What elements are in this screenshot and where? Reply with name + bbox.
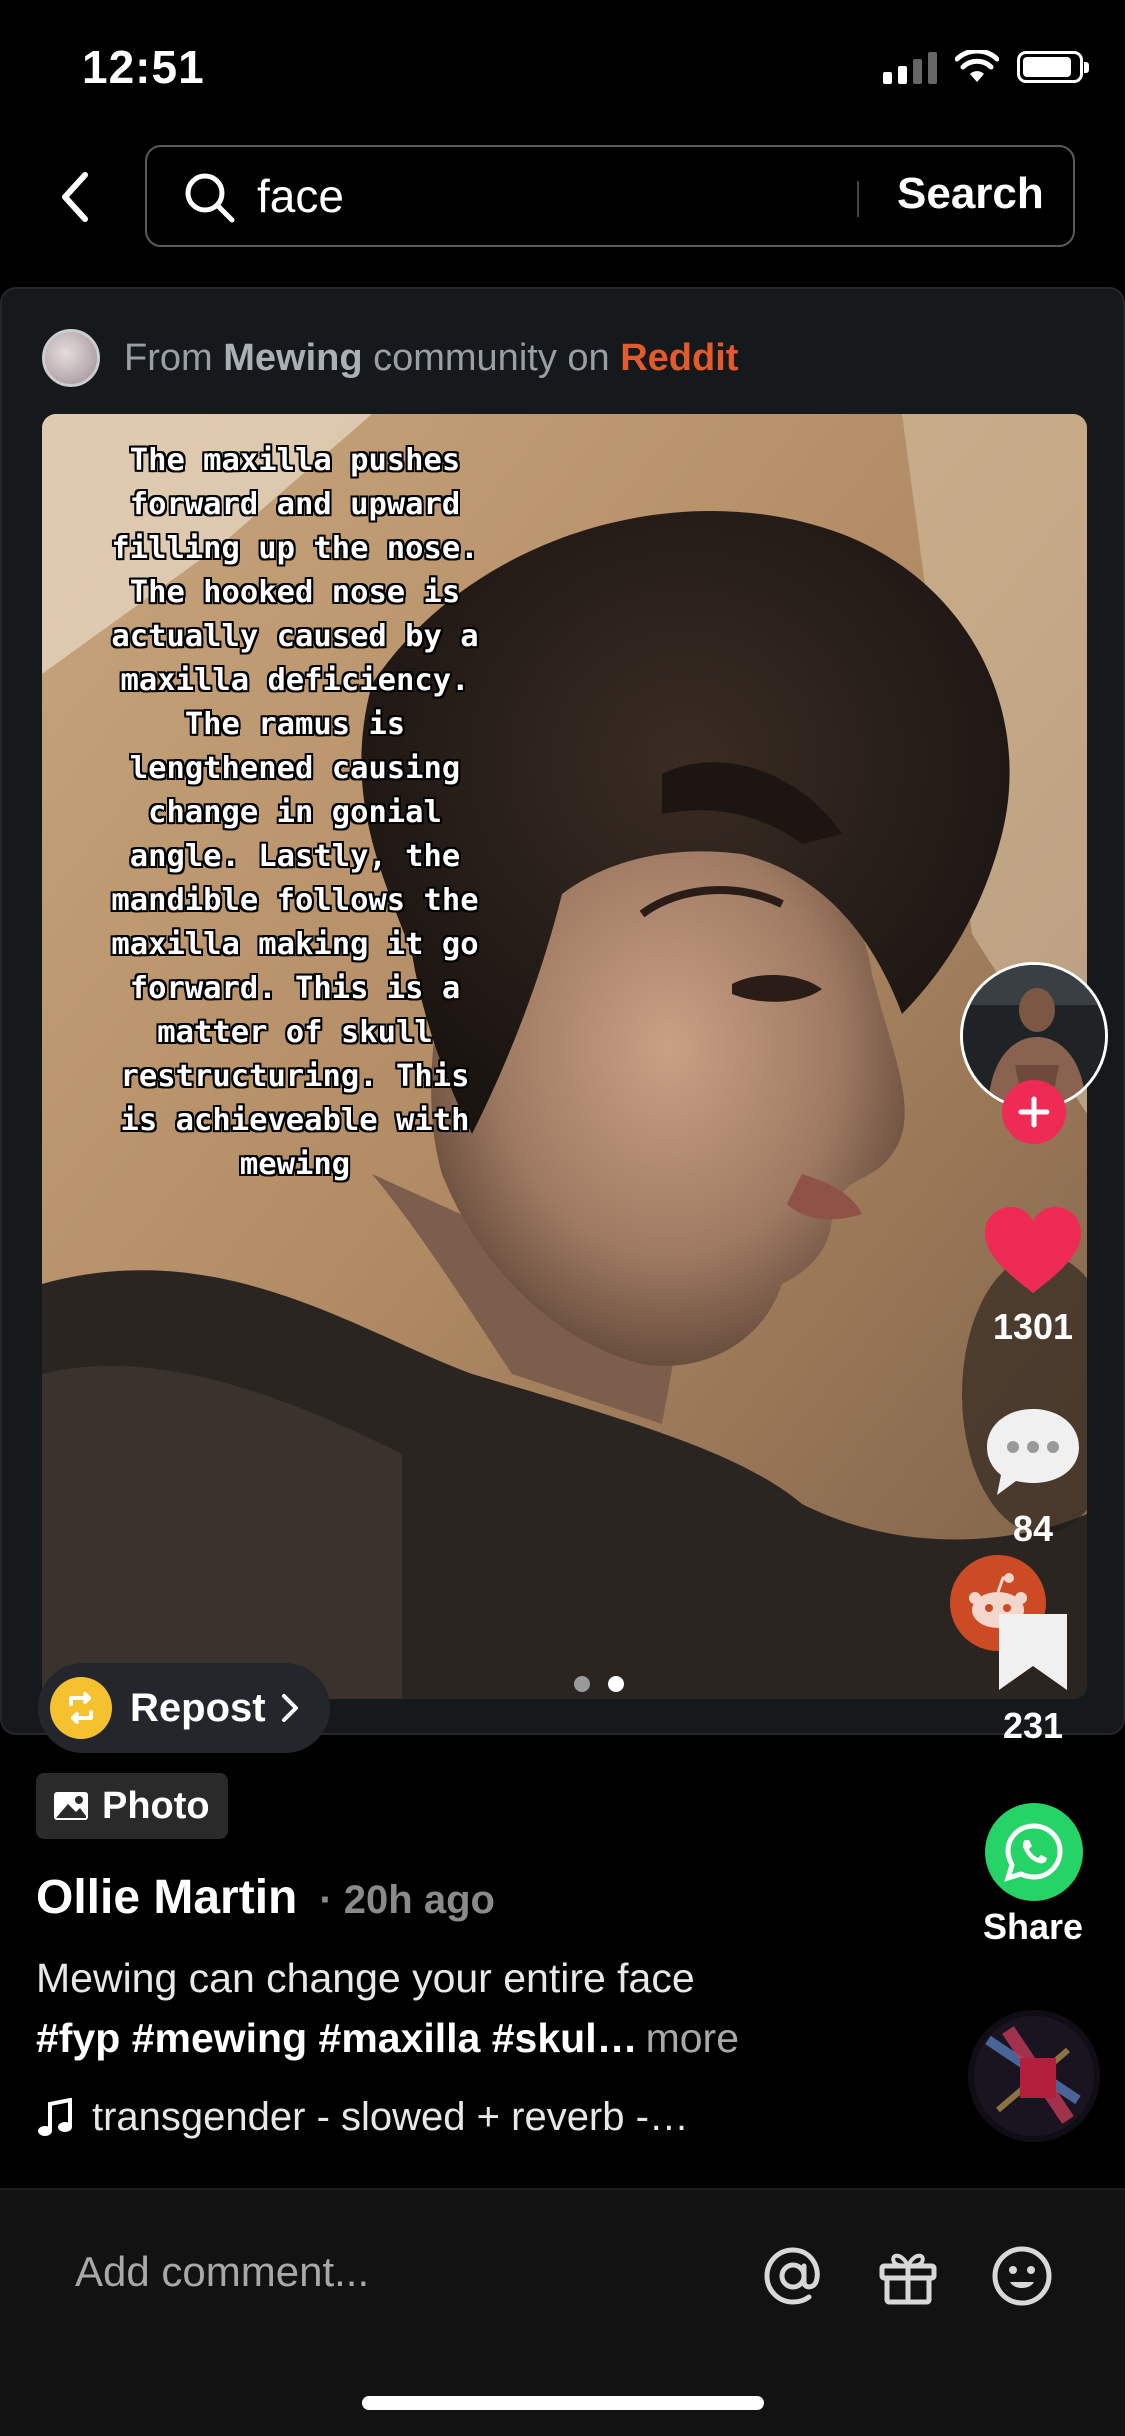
status-icons <box>883 50 1089 84</box>
comment-count: 84 <box>1012 1508 1054 1549</box>
heart-icon <box>985 1207 1081 1293</box>
save-count: 231 <box>1002 1705 1064 1746</box>
post-photo[interactable]: The maxilla pushes forward and upward fi… <box>42 414 1087 1699</box>
repost-button[interactable]: Repost <box>38 1663 330 1753</box>
repost-icon <box>50 1677 112 1739</box>
source-line[interactable]: From Mewing community on Reddit <box>42 329 738 387</box>
search-header: Search <box>0 140 1125 285</box>
author-line: Ollie Martin · 20h ago <box>36 1870 495 1925</box>
photo-icon <box>54 1792 88 1820</box>
share-label[interactable]: Share <box>963 1906 1103 1948</box>
music-title: transgender - slowed + reverb -… <box>92 2095 689 2139</box>
source-text: From Mewing community on Reddit <box>124 336 739 379</box>
post-hashtags[interactable]: #fyp #mewing #maxilla #skul… more <box>36 2015 739 2062</box>
music-line[interactable]: transgender - slowed + reverb -… <box>36 2095 689 2140</box>
like-action[interactable]: 1301 <box>963 1205 1103 1348</box>
search-input[interactable] <box>257 167 857 225</box>
platform-name: Reddit <box>620 336 739 379</box>
mention-button[interactable] <box>757 2240 829 2312</box>
content-type-badge: Photo <box>36 1773 228 1839</box>
battery-icon <box>1017 51 1089 83</box>
page-indicator <box>574 1676 624 1692</box>
search-box[interactable]: Search <box>145 145 1075 247</box>
at-sign-icon <box>764 2247 820 2305</box>
author-name[interactable]: Ollie Martin <box>36 1871 297 1924</box>
post-time: · 20h ago <box>319 1878 495 1922</box>
whatsapp-icon <box>1004 1823 1063 1882</box>
music-note-icon <box>38 2097 72 2136</box>
post-caption: Mewing can change your entire face <box>36 1955 695 2001</box>
like-count: 1301 <box>992 1306 1074 1347</box>
comment-action[interactable]: 84 <box>963 1405 1103 1550</box>
gift-button[interactable] <box>872 2240 944 2312</box>
bookmark-icon <box>999 1614 1067 1690</box>
search-icon <box>185 173 235 223</box>
music-disc[interactable] <box>968 2010 1100 2142</box>
chevron-left-icon <box>62 172 88 222</box>
community-avatar <box>42 329 100 387</box>
wifi-icon <box>955 50 999 82</box>
search-divider <box>857 181 859 217</box>
music-cover-image <box>968 2010 1100 2142</box>
emoji-button[interactable] <box>986 2240 1058 2312</box>
home-indicator <box>362 2396 764 2410</box>
cellular-signal-icon <box>883 50 937 84</box>
plus-icon <box>1018 1096 1050 1128</box>
status-bar: 12:51 <box>0 0 1125 140</box>
hashtags-text[interactable]: #fyp #mewing #maxilla #skul… <box>36 2015 638 2061</box>
follow-button[interactable] <box>1002 1080 1066 1144</box>
chevron-right-icon <box>281 1694 298 1722</box>
post-card: From Mewing community on Reddit The maxi… <box>0 287 1125 1735</box>
search-button[interactable]: Search <box>897 169 1044 219</box>
more-button[interactable]: more <box>646 2015 739 2061</box>
overlay-text: The maxilla pushes forward and upward fi… <box>111 443 479 1182</box>
content-type-label: Photo <box>102 1784 210 1827</box>
comment-bubble-icon <box>987 1409 1079 1495</box>
smiley-icon <box>992 2246 1052 2306</box>
comment-input[interactable]: Add comment... <box>75 2248 369 2296</box>
page-dot <box>574 1676 590 1692</box>
back-button[interactable] <box>40 162 110 232</box>
save-action[interactable]: 231 <box>963 1610 1103 1747</box>
gift-icon <box>879 2253 937 2305</box>
status-time: 12:51 <box>82 41 205 93</box>
share-whatsapp-button[interactable] <box>985 1803 1083 1901</box>
community-name: Mewing <box>223 336 363 379</box>
repost-label: Repost <box>130 1685 266 1730</box>
page-dot-active <box>608 1676 624 1692</box>
